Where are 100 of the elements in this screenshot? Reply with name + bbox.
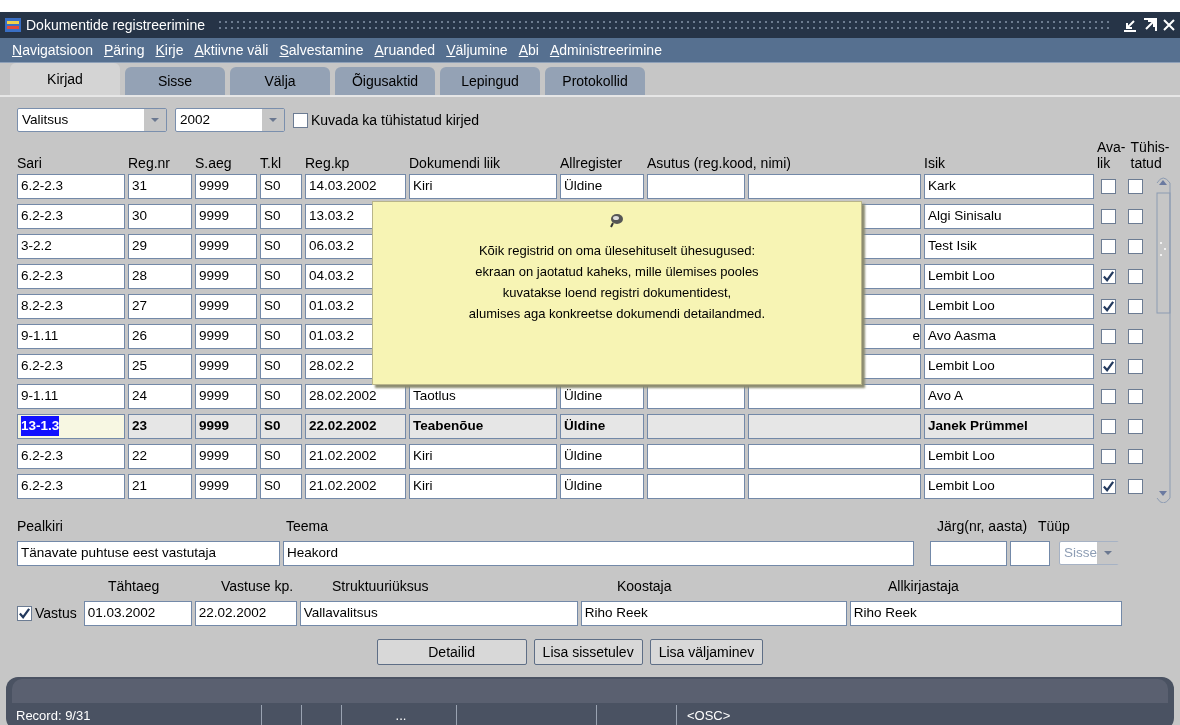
cancelled-checkbox[interactable]: [1128, 328, 1143, 344]
cancelled-checkbox[interactable]: [1128, 298, 1143, 314]
table-cell[interactable]: Üldine: [560, 383, 644, 409]
reply-date-field[interactable]: 22.02.2002: [194, 600, 297, 626]
tab[interactable]: Välja: [230, 67, 330, 95]
table-cell[interactable]: 13-1.3: [17, 413, 125, 439]
public-checkbox[interactable]: [1101, 208, 1116, 224]
table-cell[interactable]: [647, 173, 745, 199]
sequence-number-field[interactable]: [930, 540, 1007, 566]
public-checkbox[interactable]: [1101, 268, 1116, 284]
public-checkbox[interactable]: [1101, 418, 1116, 434]
table-cell[interactable]: 21.02.2002: [305, 443, 406, 469]
title-field[interactable]: Tänavate puhtuse eest vastutaja: [17, 540, 280, 566]
cancelled-checkbox[interactable]: [1128, 178, 1143, 194]
tab[interactable]: Õigusaktid: [335, 67, 435, 95]
show-cancelled-checkbox[interactable]: [293, 112, 308, 128]
table-cell[interactable]: 9999: [195, 443, 257, 469]
table-cell[interactable]: 31: [128, 173, 192, 199]
public-checkbox[interactable]: [1101, 388, 1116, 404]
menu-item[interactable]: Väljumine: [446, 39, 508, 61]
table-cell[interactable]: 8.2-2.3: [17, 293, 125, 319]
table-cell[interactable]: 30: [128, 203, 192, 229]
table-cell[interactable]: 22.02.2002: [305, 413, 406, 439]
year-dropdown[interactable]: 2002: [175, 108, 285, 132]
table-cell[interactable]: 22: [128, 443, 192, 469]
table-cell[interactable]: Kiri: [409, 443, 557, 469]
table-cell[interactable]: S0: [260, 353, 302, 379]
table-cell[interactable]: Avo Aasma: [924, 323, 1094, 349]
table-cell[interactable]: 9999: [195, 413, 257, 439]
table-cell[interactable]: 9999: [195, 293, 257, 319]
table-cell[interactable]: [748, 473, 921, 499]
table-cell[interactable]: Üldine: [560, 413, 644, 439]
table-cell[interactable]: Lembit Loo: [924, 263, 1094, 289]
cancelled-checkbox[interactable]: [1128, 478, 1143, 494]
department-field[interactable]: Vallavalitsus: [299, 600, 578, 626]
public-checkbox[interactable]: [1101, 358, 1116, 374]
table-cell[interactable]: 6.2-2.3: [17, 173, 125, 199]
table-cell[interactable]: [647, 473, 745, 499]
table-cell[interactable]: 9999: [195, 233, 257, 259]
tab[interactable]: Lepingud: [440, 67, 540, 95]
table-cell[interactable]: 27: [128, 293, 192, 319]
table-cell[interactable]: 9999: [195, 353, 257, 379]
table-cell[interactable]: Teabenõue: [409, 413, 557, 439]
cancelled-checkbox[interactable]: [1128, 358, 1143, 374]
topic-field[interactable]: Heakord: [283, 540, 914, 566]
table-cell[interactable]: 9-1.11: [17, 323, 125, 349]
public-checkbox[interactable]: [1101, 448, 1116, 464]
table-cell[interactable]: S0: [260, 173, 302, 199]
table-cell[interactable]: Taotlus: [409, 383, 557, 409]
menu-item[interactable]: Aruanded: [374, 39, 436, 61]
register-dropdown[interactable]: Valitsus: [17, 108, 167, 132]
public-checkbox[interactable]: [1101, 298, 1116, 314]
table-cell[interactable]: 6.2-2.3: [17, 443, 125, 469]
table-cell[interactable]: 6.2-2.3: [17, 473, 125, 499]
table-cell[interactable]: 6.2-2.3: [17, 353, 125, 379]
table-cell[interactable]: Lembit Loo: [924, 293, 1094, 319]
public-checkbox[interactable]: [1101, 238, 1116, 254]
table-cell[interactable]: [748, 383, 921, 409]
table-cell[interactable]: Üldine: [560, 443, 644, 469]
cancelled-checkbox[interactable]: [1128, 238, 1143, 254]
menu-item[interactable]: Aktiivne väli: [194, 39, 269, 61]
table-cell[interactable]: [748, 173, 921, 199]
cancelled-checkbox[interactable]: [1128, 448, 1143, 464]
table-cell[interactable]: 9999: [195, 473, 257, 499]
signer-field[interactable]: Riho Reek: [849, 600, 1122, 626]
table-cell[interactable]: S0: [260, 233, 302, 259]
table-cell[interactable]: S0: [260, 413, 302, 439]
cancelled-checkbox[interactable]: [1128, 388, 1143, 404]
table-cell[interactable]: [647, 383, 745, 409]
cancelled-checkbox[interactable]: [1128, 208, 1143, 224]
public-checkbox[interactable]: [1101, 478, 1116, 494]
table-cell[interactable]: Üldine: [560, 173, 644, 199]
table-cell[interactable]: 25: [128, 353, 192, 379]
table-cell[interactable]: 6.2-2.3: [17, 263, 125, 289]
reply-checkbox[interactable]: [17, 605, 32, 621]
table-cell[interactable]: 9999: [195, 323, 257, 349]
tab[interactable]: Sisse: [125, 67, 225, 95]
table-cell[interactable]: 6.2-2.3: [17, 203, 125, 229]
action-button[interactable]: Lisa väljaminev: [649, 639, 764, 665]
author-field[interactable]: Riho Reek: [580, 600, 847, 626]
table-cell[interactable]: Algi Sinisalu: [924, 203, 1094, 229]
table-cell[interactable]: 21.02.2002: [305, 473, 406, 499]
table-cell[interactable]: 3-2.2: [17, 233, 125, 259]
table-cell[interactable]: 9999: [195, 173, 257, 199]
menu-item[interactable]: Päring: [103, 39, 145, 61]
cancelled-checkbox[interactable]: [1128, 268, 1143, 284]
action-button[interactable]: Lisa sissetulev: [533, 639, 643, 665]
table-cell[interactable]: Avo A: [924, 383, 1094, 409]
table-cell[interactable]: Lembit Loo: [924, 443, 1094, 469]
table-cell[interactable]: 9999: [195, 383, 257, 409]
table-cell[interactable]: Kiri: [409, 473, 557, 499]
table-cell[interactable]: S0: [260, 383, 302, 409]
table-cell[interactable]: S0: [260, 203, 302, 229]
sequence-year-field[interactable]: [1010, 540, 1050, 566]
table-cell[interactable]: [647, 443, 745, 469]
table-cell[interactable]: Lembit Loo: [924, 473, 1094, 499]
tab[interactable]: Kirjad: [10, 63, 120, 95]
tab[interactable]: Protokollid: [545, 67, 645, 95]
table-cell[interactable]: 9-1.11: [17, 383, 125, 409]
table-cell[interactable]: S0: [260, 443, 302, 469]
